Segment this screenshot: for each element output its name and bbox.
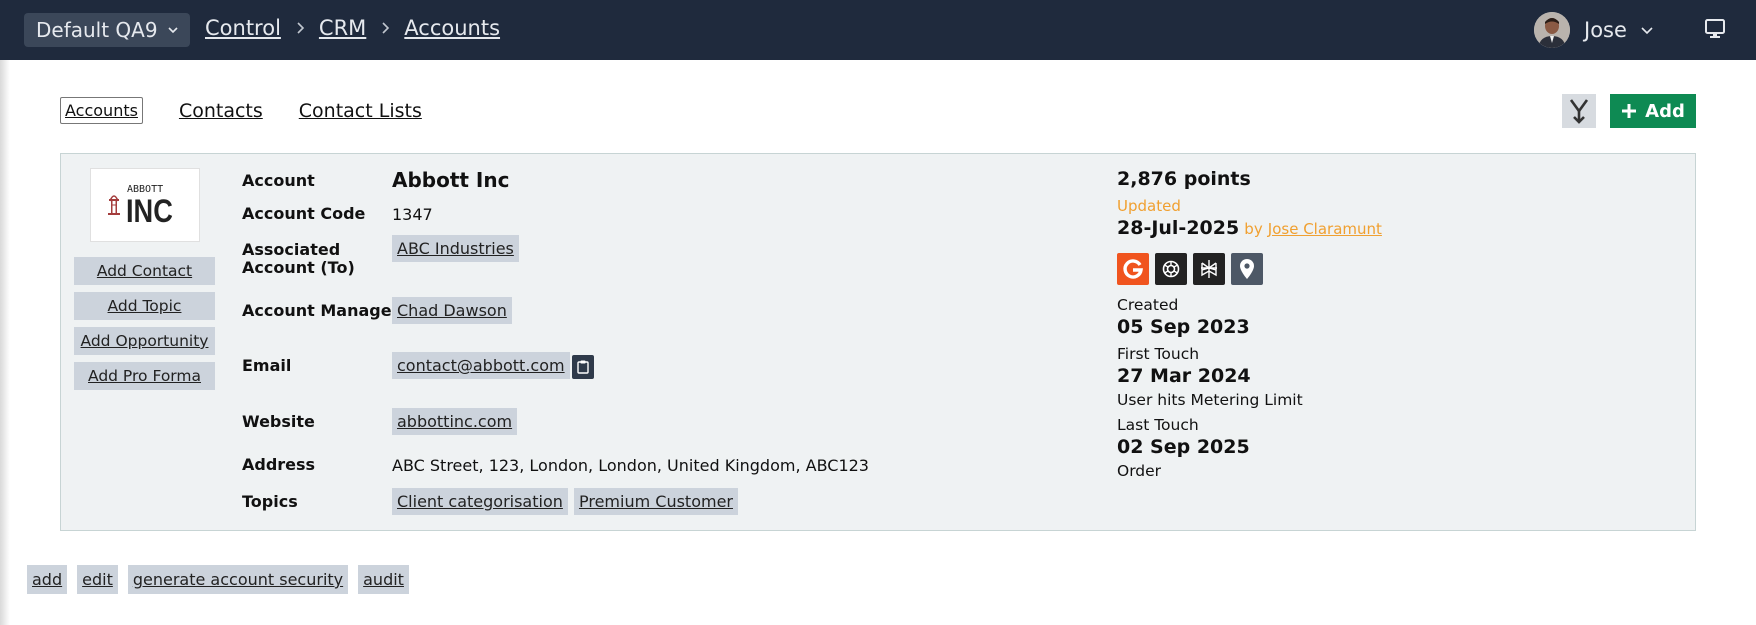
monitor-icon[interactable] bbox=[1704, 17, 1726, 39]
breadcrumb-accounts[interactable]: Accounts bbox=[404, 16, 500, 40]
sub-tabs: Accounts Contacts Contact Lists bbox=[60, 97, 422, 124]
chevron-right-icon bbox=[297, 22, 305, 34]
add-button-label: Add bbox=[1645, 100, 1685, 122]
add-opportunity-button[interactable]: Add Opportunity bbox=[74, 327, 215, 355]
openai-glyph bbox=[1162, 260, 1180, 278]
updated-by-user-link[interactable]: Jose Claramunt bbox=[1268, 220, 1382, 238]
account-code: 1347 bbox=[392, 205, 433, 224]
environment-selector[interactable]: Default QA9 bbox=[24, 13, 190, 47]
updated-row: 28-Jul-2025 by Jose Claramunt bbox=[1117, 217, 1382, 239]
email-value: contact@abbott.com bbox=[392, 352, 570, 379]
topic-chip[interactable]: Client categorisation bbox=[392, 488, 568, 515]
add-topic-button[interactable]: Add Topic bbox=[74, 292, 215, 320]
avatar bbox=[1534, 12, 1570, 48]
first-touch-note: User hits Metering Limit bbox=[1117, 391, 1303, 409]
google-g-glyph bbox=[1123, 259, 1143, 279]
topics-value: Client categorisation Premium Customer bbox=[392, 488, 738, 515]
breadcrumb: Control CRM Accounts bbox=[205, 16, 500, 40]
chevron-down-icon bbox=[1641, 27, 1653, 35]
add-contact-button[interactable]: Add Contact bbox=[74, 257, 215, 285]
breadcrumb-control[interactable]: Control bbox=[205, 16, 281, 40]
associated-label-line2: Account (To) bbox=[242, 258, 355, 277]
updated-label: Updated bbox=[1117, 197, 1181, 215]
map-pin-glyph bbox=[1240, 259, 1254, 279]
updated-date: 28-Jul-2025 bbox=[1117, 217, 1240, 239]
plus-icon bbox=[1622, 104, 1637, 118]
edit-action-button[interactable]: edit bbox=[77, 565, 118, 594]
perplexity-glyph bbox=[1201, 260, 1217, 278]
tab-accounts[interactable]: Accounts bbox=[60, 97, 143, 124]
website-value: abbottinc.com bbox=[392, 408, 518, 435]
clipboard-icon bbox=[577, 360, 589, 374]
account-name: Abbott Inc bbox=[392, 168, 510, 192]
user-menu[interactable]: Jose bbox=[1534, 12, 1653, 48]
website-label: Website bbox=[242, 412, 315, 431]
associated-label-line1: Associated bbox=[242, 240, 341, 259]
openai-icon[interactable] bbox=[1155, 253, 1187, 285]
website-link[interactable]: abbottinc.com bbox=[392, 408, 518, 435]
copy-email-button[interactable] bbox=[572, 355, 594, 379]
account-logo: ABBOTT INC bbox=[90, 168, 200, 242]
chevron-right-icon bbox=[382, 22, 390, 34]
chevron-down-icon bbox=[168, 27, 178, 34]
account-manager-label: Account Manager bbox=[242, 301, 400, 320]
associated-account-label: Associated Account (To) bbox=[242, 241, 355, 277]
email-label: Email bbox=[242, 356, 292, 375]
first-touch-label: First Touch bbox=[1117, 345, 1200, 363]
generate-security-button[interactable]: generate account security bbox=[127, 565, 349, 594]
add-pro-forma-button[interactable]: Add Pro Forma bbox=[74, 362, 215, 390]
environment-label: Default QA9 bbox=[36, 18, 158, 42]
last-touch-label: Last Touch bbox=[1117, 416, 1199, 434]
created-date: 05 Sep 2023 bbox=[1117, 316, 1250, 338]
google-icon[interactable] bbox=[1117, 253, 1149, 285]
updated-by-prefix: by bbox=[1244, 220, 1263, 238]
account-label: Account bbox=[242, 171, 315, 190]
user-name: Jose bbox=[1584, 18, 1627, 42]
topic-chip[interactable]: Premium Customer bbox=[573, 488, 738, 515]
account-manager-link[interactable]: Chad Dawson bbox=[392, 297, 512, 324]
breadcrumb-crm[interactable]: CRM bbox=[319, 16, 366, 40]
merge-icon bbox=[1569, 99, 1589, 124]
map-pin-icon[interactable] bbox=[1231, 253, 1263, 285]
points-value: 2,876 points bbox=[1117, 168, 1251, 190]
address-label: Address bbox=[242, 455, 316, 474]
last-touch-date: 02 Sep 2025 bbox=[1117, 436, 1250, 458]
audit-action-button[interactable]: audit bbox=[358, 565, 409, 594]
topics-label: Topics bbox=[242, 492, 298, 511]
last-touch-note: Order bbox=[1117, 462, 1162, 480]
tab-contact-lists[interactable]: Contact Lists bbox=[299, 100, 422, 122]
email-link[interactable]: contact@abbott.com bbox=[392, 352, 570, 379]
tab-contacts[interactable]: Contacts bbox=[179, 100, 263, 122]
address-value: ABC Street, 123, London, London, United … bbox=[392, 456, 869, 475]
associated-account-value: ABC Industries bbox=[392, 235, 519, 262]
add-action-button[interactable]: add bbox=[27, 565, 68, 594]
account-card: ABBOTT INC Add Contact Add Topic Add Opp… bbox=[60, 153, 1696, 531]
top-navigation-bar: Default QA9 Control CRM Accounts Jose bbox=[0, 0, 1756, 60]
created-label: Created bbox=[1117, 296, 1179, 314]
account-manager-value: Chad Dawson bbox=[392, 297, 512, 324]
account-code-label: Account Code bbox=[242, 204, 366, 223]
perplexity-icon[interactable] bbox=[1193, 253, 1225, 285]
add-account-button[interactable]: Add bbox=[1610, 94, 1696, 128]
associated-account-link[interactable]: ABC Industries bbox=[392, 235, 519, 262]
user-photo-icon bbox=[1534, 12, 1570, 48]
bottom-actions: add edit generate account security audit bbox=[27, 565, 409, 594]
left-edge-shade bbox=[0, 60, 10, 625]
enrichment-icons bbox=[1117, 253, 1263, 285]
logo-text-main: INC bbox=[126, 193, 173, 229]
merge-button[interactable] bbox=[1562, 94, 1596, 128]
first-touch-date: 27 Mar 2024 bbox=[1117, 365, 1251, 387]
